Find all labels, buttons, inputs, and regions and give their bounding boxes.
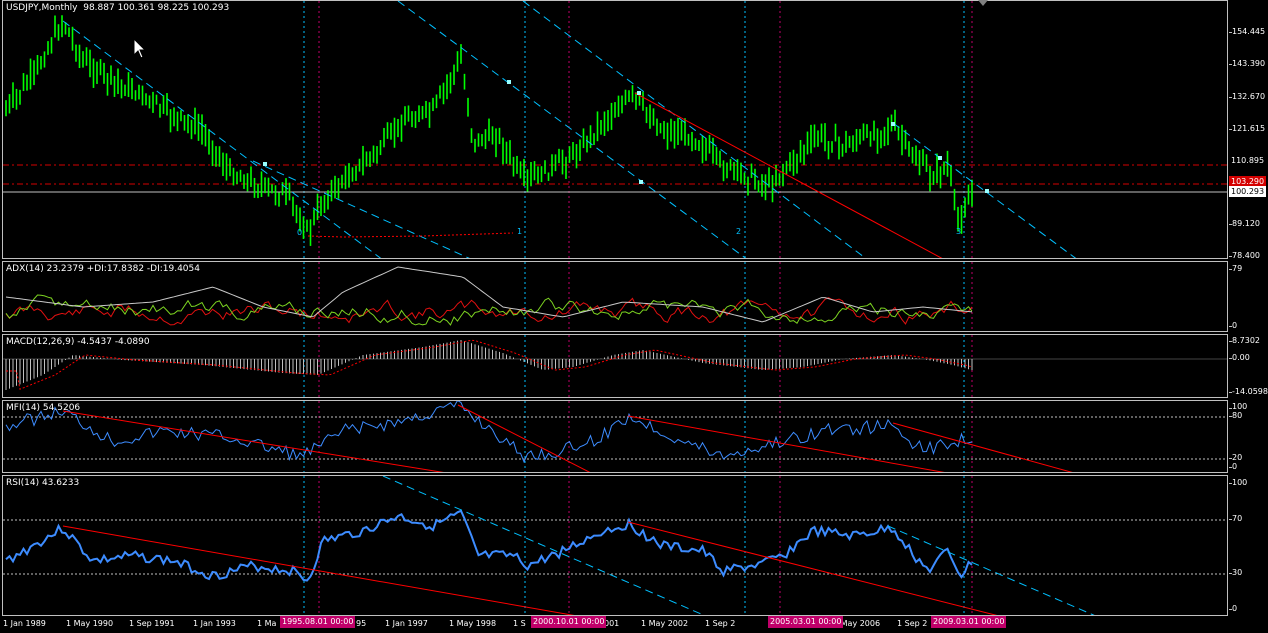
shift-marker-icon[interactable] <box>978 0 988 7</box>
price-chart[interactable]: 0 1 2 3 <box>3 1 1228 259</box>
time-axis-label: 1 Jan 1993 <box>193 619 236 628</box>
wave-label: 2 <box>736 227 741 236</box>
adx-plus-di-line <box>5 294 973 326</box>
rsi-axis: 100 70 30 0 <box>1229 475 1268 616</box>
time-axis-label: 1 May 2002 <box>641 619 689 628</box>
time-axis-label: 1 S <box>513 619 526 628</box>
trend-line <box>634 92 943 258</box>
mfi-pane[interactable]: MFI(14) 54.5206 <box>2 400 1228 473</box>
time-marker-box: 2005.03.01 00:00 <box>768 616 844 628</box>
time-axis-label: 1 May 1990 <box>66 619 114 628</box>
price-axis-label: 154.445 <box>1232 27 1266 36</box>
time-axis-label: 1 Sep 2 <box>705 619 736 628</box>
mfi-axis-label: 20 <box>1232 453 1243 462</box>
mfi-axis-label: 80 <box>1232 411 1243 420</box>
price-axis: 154.445 143.390 132.670 121.615 89.120 7… <box>1229 0 1268 260</box>
mouse-pointer-icon <box>133 38 147 59</box>
wave-label: 3 <box>956 227 961 236</box>
wave-label: 1 <box>517 227 522 236</box>
macd-pane-label: MACD(12,26,9) -4.5437 -4.0890 <box>6 337 150 347</box>
mfi-pane-label: MFI(14) 54.5206 <box>6 403 81 413</box>
trend-line <box>62 410 444 472</box>
macd-axis-label: -14.0598 <box>1232 387 1268 396</box>
time-marker-box: 2009.03.01 00:00 <box>931 616 1007 628</box>
price-axis-label: 78.400 <box>1232 251 1260 260</box>
rsi-axis-label: 30 <box>1232 568 1243 577</box>
rsi-chart[interactable] <box>3 476 1228 616</box>
channel-anchor-marker <box>507 80 511 84</box>
time-axis-label: 1 Sep 2 <box>897 619 928 628</box>
red-line-price-tag: 110.895 <box>1229 155 1267 166</box>
time-marker-box: 2000.10.01 00:00 <box>531 616 607 628</box>
time-axis-label: 95 <box>356 619 367 628</box>
price-axis-label: 143.390 <box>1232 59 1266 68</box>
adx-axis-label: 79 <box>1232 264 1243 273</box>
channel-anchor-marker <box>639 180 643 184</box>
channel-anchor-marker <box>263 162 267 166</box>
channel-line <box>522 1 867 258</box>
time-axis: 1 Jan 1989 1 May 1990 1 Sep 1991 1 Jan 1… <box>0 616 1228 633</box>
time-axis-label: 1 Jan 1997 <box>385 619 428 628</box>
adx-axis-label: 0 <box>1232 321 1238 330</box>
price-axis-label: 89.120 <box>1232 219 1260 228</box>
time-axis-label: 1 Ma <box>257 619 277 628</box>
rsi-pane[interactable]: RSI(14) 43.6233 <box>2 475 1228 616</box>
rsi-pane-label: RSI(14) 43.6233 <box>6 478 80 488</box>
channel-line <box>62 20 382 258</box>
adx-pane-label: ADX(14) 23.2379 +DI:17.8382 -DI:19.4054 <box>6 264 200 274</box>
macd-pane[interactable]: MACD(12,26,9) -4.5437 -4.0890 <box>2 334 1228 398</box>
time-axis-label: 1 Sep 1991 <box>129 619 175 628</box>
channel-anchor-marker <box>938 156 942 160</box>
price-axis-label: 121.615 <box>1232 124 1266 133</box>
macd-signal-line <box>6 339 973 390</box>
trend-line <box>307 232 514 238</box>
rsi-axis-label: 70 <box>1232 514 1243 523</box>
mfi-axis-label: 100 <box>1232 402 1248 411</box>
price-pane[interactable]: 0 1 2 3 USDJPY,Monthly 98.887 100.361 98.22… <box>2 0 1228 259</box>
channel-line <box>252 160 470 258</box>
adx-main-line <box>5 266 973 323</box>
rsi-axis-label: 100 <box>1232 478 1248 487</box>
mfi-line <box>5 401 973 464</box>
mfi-axis-label: 0 <box>1232 462 1238 471</box>
current-price-tag: 100.293 <box>1229 186 1267 197</box>
price-axis-label: 132.670 <box>1232 92 1266 101</box>
channel-anchor-marker <box>637 91 641 95</box>
mfi-chart[interactable] <box>3 401 1228 473</box>
rsi-axis-label: 0 <box>1232 604 1238 613</box>
wave-label: 0 <box>297 228 302 237</box>
channel-anchor-marker <box>985 189 989 193</box>
time-marker-box: 1995.08.01 00:00 <box>280 616 356 628</box>
time-axis-label: 1 Jan 1989 <box>3 619 46 628</box>
time-axis-label: 1 May 1998 <box>449 619 497 628</box>
trend-line <box>892 422 1073 472</box>
mfi-axis: 100 80 20 0 <box>1229 400 1268 473</box>
macd-axis-label: 0.00 <box>1232 353 1250 362</box>
macd-axis-label: 8.7302 <box>1232 336 1260 345</box>
macd-chart[interactable] <box>3 335 1228 398</box>
trend-line <box>627 521 998 615</box>
adx-pane[interactable]: ADX(14) 23.2379 +DI:17.8382 -DI:19.4054 <box>2 261 1228 332</box>
macd-axis: 8.7302 0.00 -14.0598 <box>1229 334 1268 398</box>
price-pane-label: USDJPY,Monthly 98.887 100.361 98.225 100… <box>6 3 230 13</box>
channel-line <box>887 525 1095 615</box>
adx-axis: 79 0 <box>1229 261 1268 332</box>
trend-line <box>627 415 945 472</box>
rsi-line <box>5 509 973 582</box>
channel-anchor-marker <box>891 122 895 126</box>
